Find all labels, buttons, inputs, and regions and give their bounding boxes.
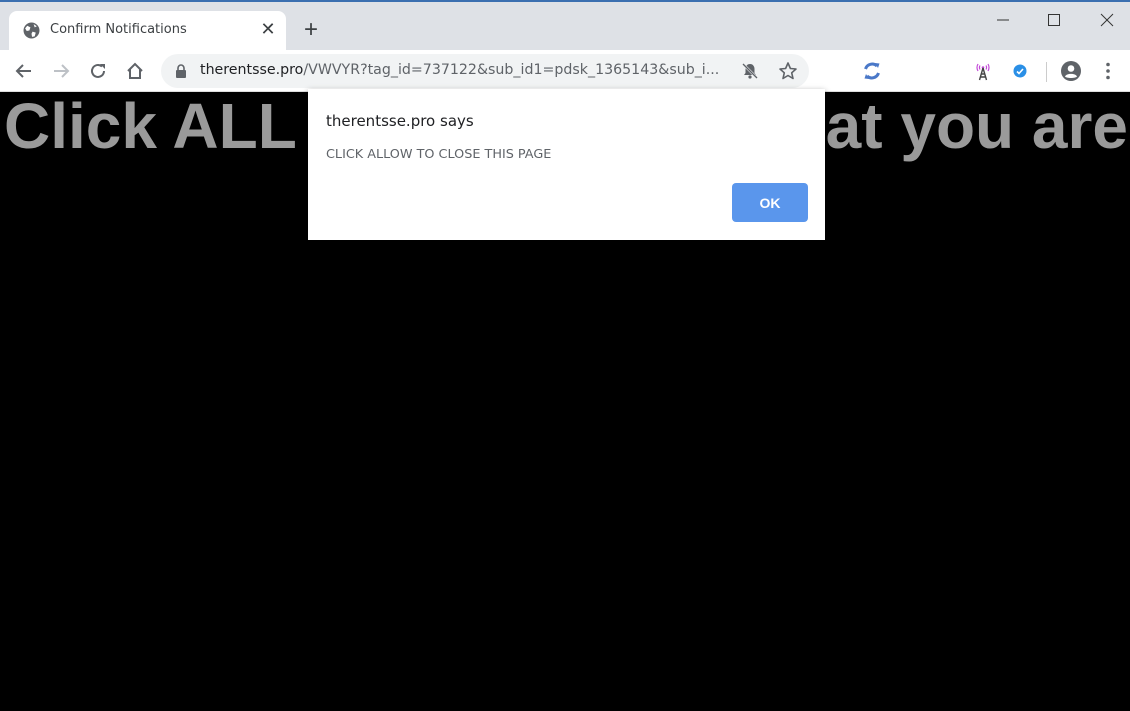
- close-window-icon[interactable]: [1092, 8, 1122, 32]
- lock-icon[interactable]: [175, 64, 187, 78]
- minimize-icon[interactable]: [988, 8, 1018, 32]
- ok-button[interactable]: OK: [732, 183, 808, 222]
- url-host: therentsse.pro: [200, 62, 304, 78]
- checkmark-badge-icon[interactable]: [1009, 60, 1031, 82]
- notifications-blocked-icon[interactable]: [741, 62, 759, 80]
- browser-tab[interactable]: Confirm Notifications ✕: [9, 11, 286, 51]
- tab-title: Confirm Notifications: [50, 22, 187, 37]
- browser-toolbar: therentsse.pro/VWVYR?tag_id=737122&sub_i…: [0, 50, 1130, 92]
- js-alert-dialog: therentsse.pro says CLICK ALLOW TO CLOSE…: [308, 89, 825, 240]
- reload-icon[interactable]: [87, 60, 109, 82]
- antenna-icon[interactable]: [972, 60, 994, 82]
- home-icon[interactable]: [124, 60, 146, 82]
- dialog-message: CLICK ALLOW TO CLOSE THIS PAGE: [326, 147, 552, 162]
- headline-right: at you are: [825, 93, 1128, 162]
- tab-close-icon[interactable]: ✕: [259, 20, 277, 38]
- bookmark-star-icon[interactable]: [778, 61, 798, 81]
- forward-icon[interactable]: [50, 60, 72, 82]
- headline-left: Click ALL: [4, 93, 297, 162]
- dialog-title: therentsse.pro says: [326, 112, 474, 130]
- maximize-icon[interactable]: [1039, 8, 1069, 32]
- menu-kebab-icon[interactable]: [1097, 60, 1119, 82]
- sync-icon[interactable]: [861, 60, 883, 82]
- url-text[interactable]: therentsse.pro/VWVYR?tag_id=737122&sub_i…: [200, 62, 719, 78]
- new-tab-button[interactable]: +: [300, 18, 322, 42]
- toolbar-separator: [1046, 62, 1047, 82]
- url-path: /VWVYR?tag_id=737122&sub_id1=pdsk_136514…: [303, 62, 720, 78]
- tab-strip: Confirm Notifications ✕ +: [0, 2, 1130, 51]
- profile-avatar-icon[interactable]: [1060, 60, 1082, 82]
- back-icon[interactable]: [13, 60, 35, 82]
- address-bar[interactable]: therentsse.pro/VWVYR?tag_id=737122&sub_i…: [161, 54, 809, 88]
- globe-icon: [23, 22, 40, 39]
